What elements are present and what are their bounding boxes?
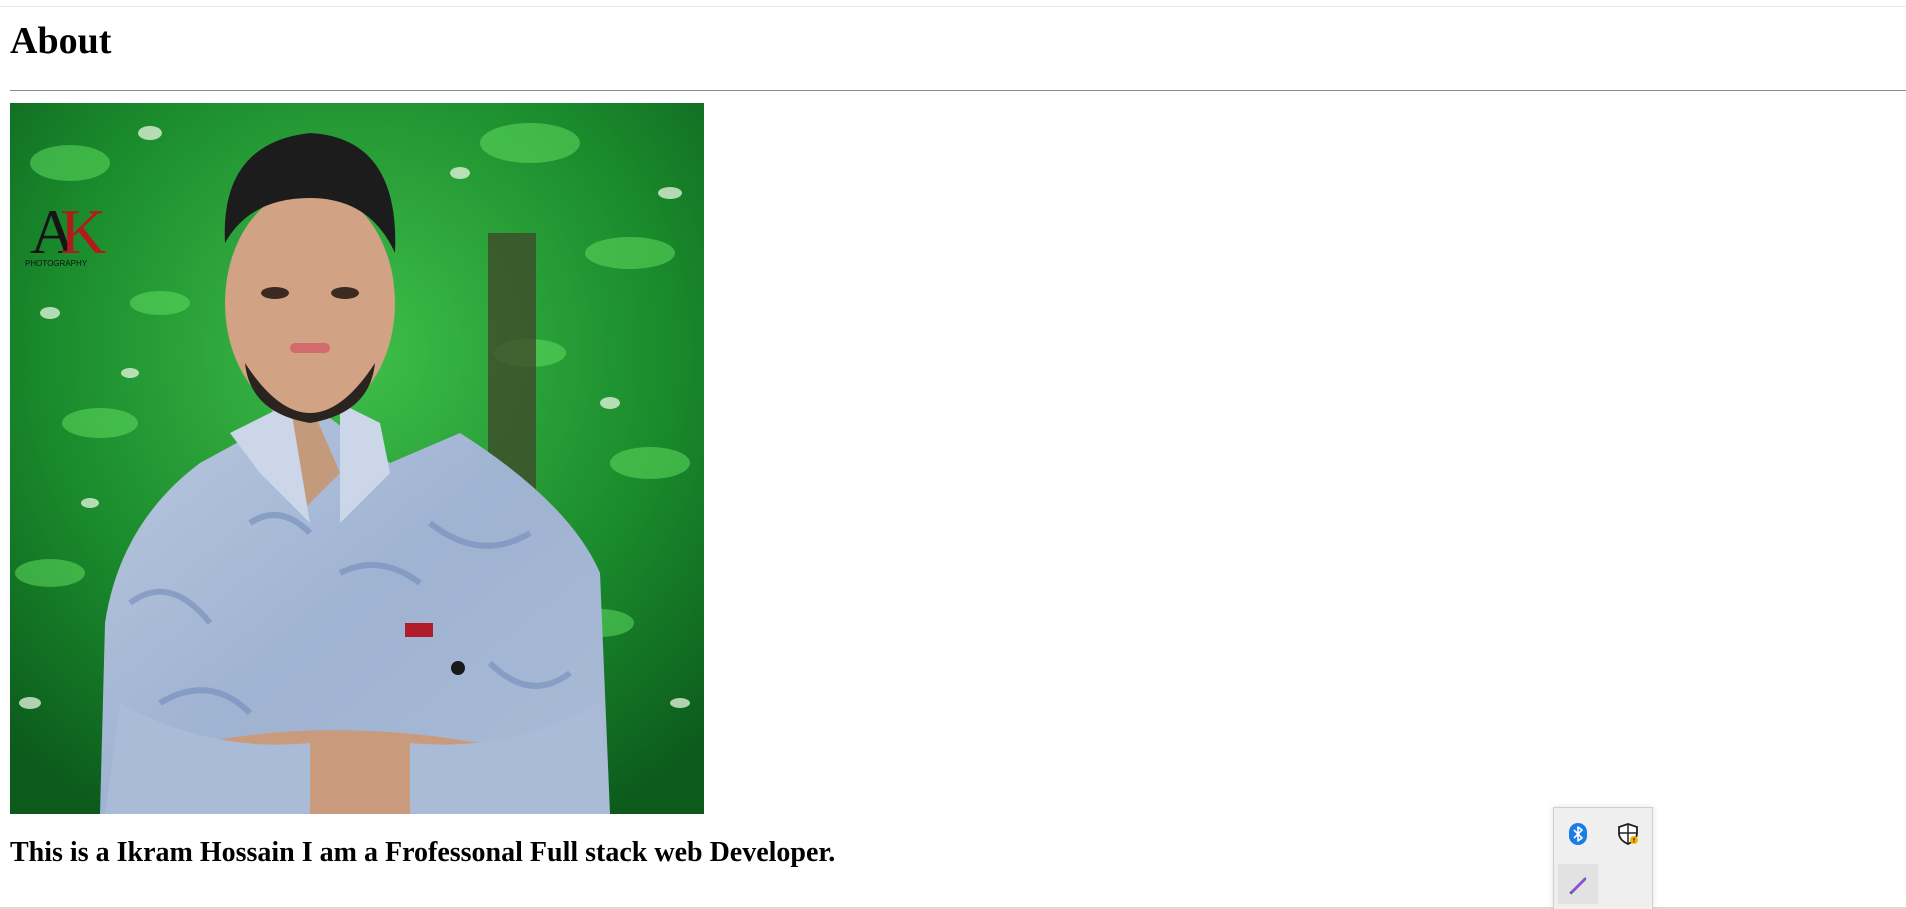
system-tray-overflow-panel — [1553, 807, 1653, 909]
svg-text:K: K — [60, 196, 106, 267]
watermark-logo: A K PHOTOGRAPHY — [25, 196, 106, 268]
pen-icon[interactable] — [1558, 864, 1598, 904]
profile-photo: A K PHOTOGRAPHY — [10, 103, 704, 814]
title-divider — [10, 90, 1906, 91]
security-shield-icon[interactable] — [1608, 814, 1648, 854]
page-top-divider — [0, 6, 1906, 7]
bio-text: This is a Ikram Hossain I am a Frofesson… — [10, 837, 836, 868]
bluetooth-icon[interactable] — [1558, 814, 1598, 854]
svg-text:PHOTOGRAPHY: PHOTOGRAPHY — [25, 259, 88, 268]
page-title: About — [10, 20, 112, 62]
